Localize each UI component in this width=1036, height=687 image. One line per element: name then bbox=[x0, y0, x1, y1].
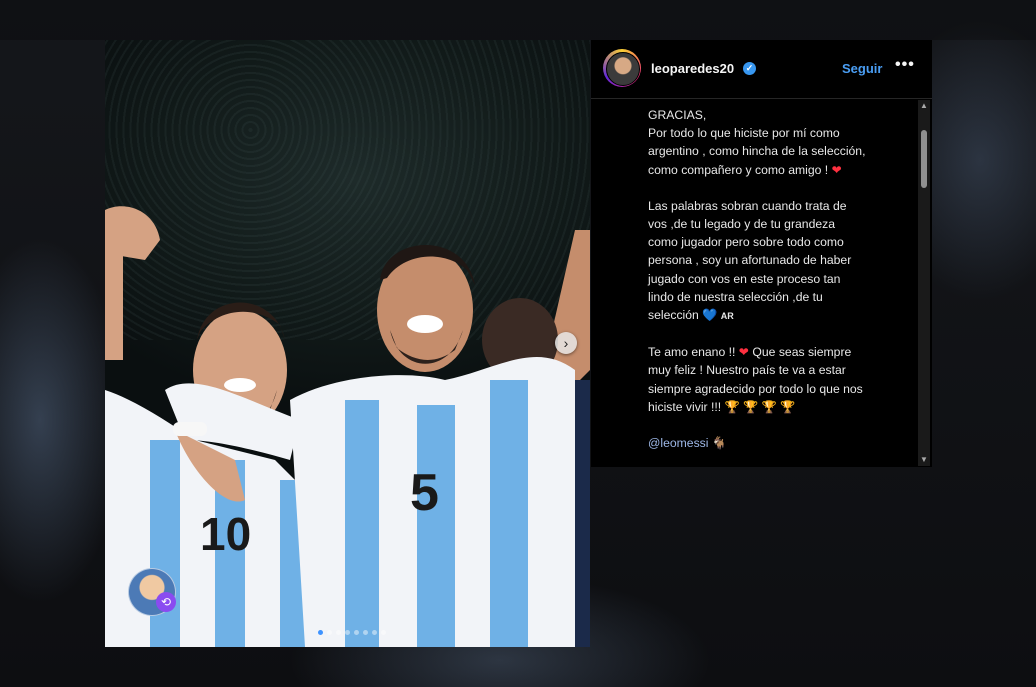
argentina-flag-icon: AR bbox=[720, 311, 734, 322]
svg-text:10: 10 bbox=[200, 508, 251, 560]
background-overlay bbox=[0, 0, 1036, 40]
more-options-icon[interactable]: ••• bbox=[895, 56, 915, 74]
post-image[interactable]: 10 5 bbox=[105, 40, 590, 647]
caption-line: argentino , como hincha de la selección, bbox=[648, 144, 866, 159]
players-illustration: 10 5 bbox=[105, 206, 590, 647]
follow-button[interactable]: Seguir bbox=[842, 61, 882, 76]
post-caption: GRACIAS, Por todo lo que hiciste por mí … bbox=[648, 106, 913, 456]
goat-icon: 🐐 bbox=[711, 436, 728, 451]
caption-line: lindo de nuestra selección ,de tu bbox=[648, 289, 823, 304]
scroll-up-arrow-icon[interactable]: ▲ bbox=[918, 100, 930, 112]
scroll-down-arrow-icon[interactable]: ▼ bbox=[918, 454, 930, 466]
carousel-dot bbox=[363, 630, 368, 635]
red-heart-icon: ❤ bbox=[831, 162, 842, 177]
caption-line: GRACIAS, bbox=[648, 108, 707, 122]
author-username[interactable]: leoparedes20 bbox=[651, 61, 734, 76]
author-avatar[interactable] bbox=[603, 49, 641, 87]
carousel-next-button[interactable]: › bbox=[555, 332, 577, 354]
blue-heart-icon: 💙 bbox=[702, 308, 718, 323]
carousel-dot bbox=[381, 630, 386, 635]
carousel-dot bbox=[372, 630, 377, 635]
tagged-users-icon[interactable]: ⟲ bbox=[156, 592, 176, 612]
mention-link[interactable]: @leomessi bbox=[648, 436, 708, 450]
caption-line: como compañero y como amigo ! ❤ bbox=[648, 162, 842, 177]
caption-line: jugado con vos en este proceso tan bbox=[648, 271, 841, 286]
trophy-icon: 🏆 🏆 🏆 🏆 bbox=[724, 399, 796, 414]
verified-badge-icon: ✓ bbox=[743, 62, 756, 75]
carousel-dot bbox=[336, 630, 341, 635]
scrollbar-thumb[interactable] bbox=[921, 130, 927, 188]
caption-line: @leomessi 🐐 bbox=[648, 434, 913, 452]
caption-line: como jugador pero sobre todo como bbox=[648, 235, 844, 250]
caption-line: selección 💙 AR bbox=[648, 308, 734, 323]
caption-line: Por todo lo que hiciste por mí como bbox=[648, 126, 840, 141]
red-heart-icon: ❤ bbox=[738, 345, 750, 360]
carousel-dots bbox=[318, 630, 386, 635]
chevron-right-icon: › bbox=[563, 335, 569, 351]
caption-line: siempre agradecido por todo lo que nos bbox=[648, 381, 863, 396]
caption-scrollbar[interactable]: ▲ ▼ bbox=[918, 100, 930, 466]
caption-line: Te amo enano !! ❤ Que seas siempre bbox=[648, 345, 852, 360]
carousel-dot bbox=[327, 630, 332, 635]
caption-line: vos ,de tu legado y de tu grandeza bbox=[648, 217, 836, 232]
post-side-panel: leoparedes20 ✓ Seguir ••• GRACIAS, Por t… bbox=[591, 40, 932, 467]
carousel-dot bbox=[318, 630, 323, 635]
caption-line: persona , soy un afortunado de haber bbox=[648, 253, 852, 268]
post-header: leoparedes20 ✓ Seguir ••• bbox=[591, 40, 932, 99]
carousel-dot bbox=[345, 630, 350, 635]
carousel-dot bbox=[354, 630, 359, 635]
caption-line: muy feliz ! Nuestro país te va a estar bbox=[648, 363, 846, 378]
caption-line: hiciste vivir !!! 🏆 🏆 🏆 🏆 bbox=[648, 399, 796, 414]
svg-text:5: 5 bbox=[410, 464, 439, 522]
caption-line: Las palabras sobran cuando trata de bbox=[648, 198, 847, 213]
author-avatar-image bbox=[606, 52, 640, 86]
